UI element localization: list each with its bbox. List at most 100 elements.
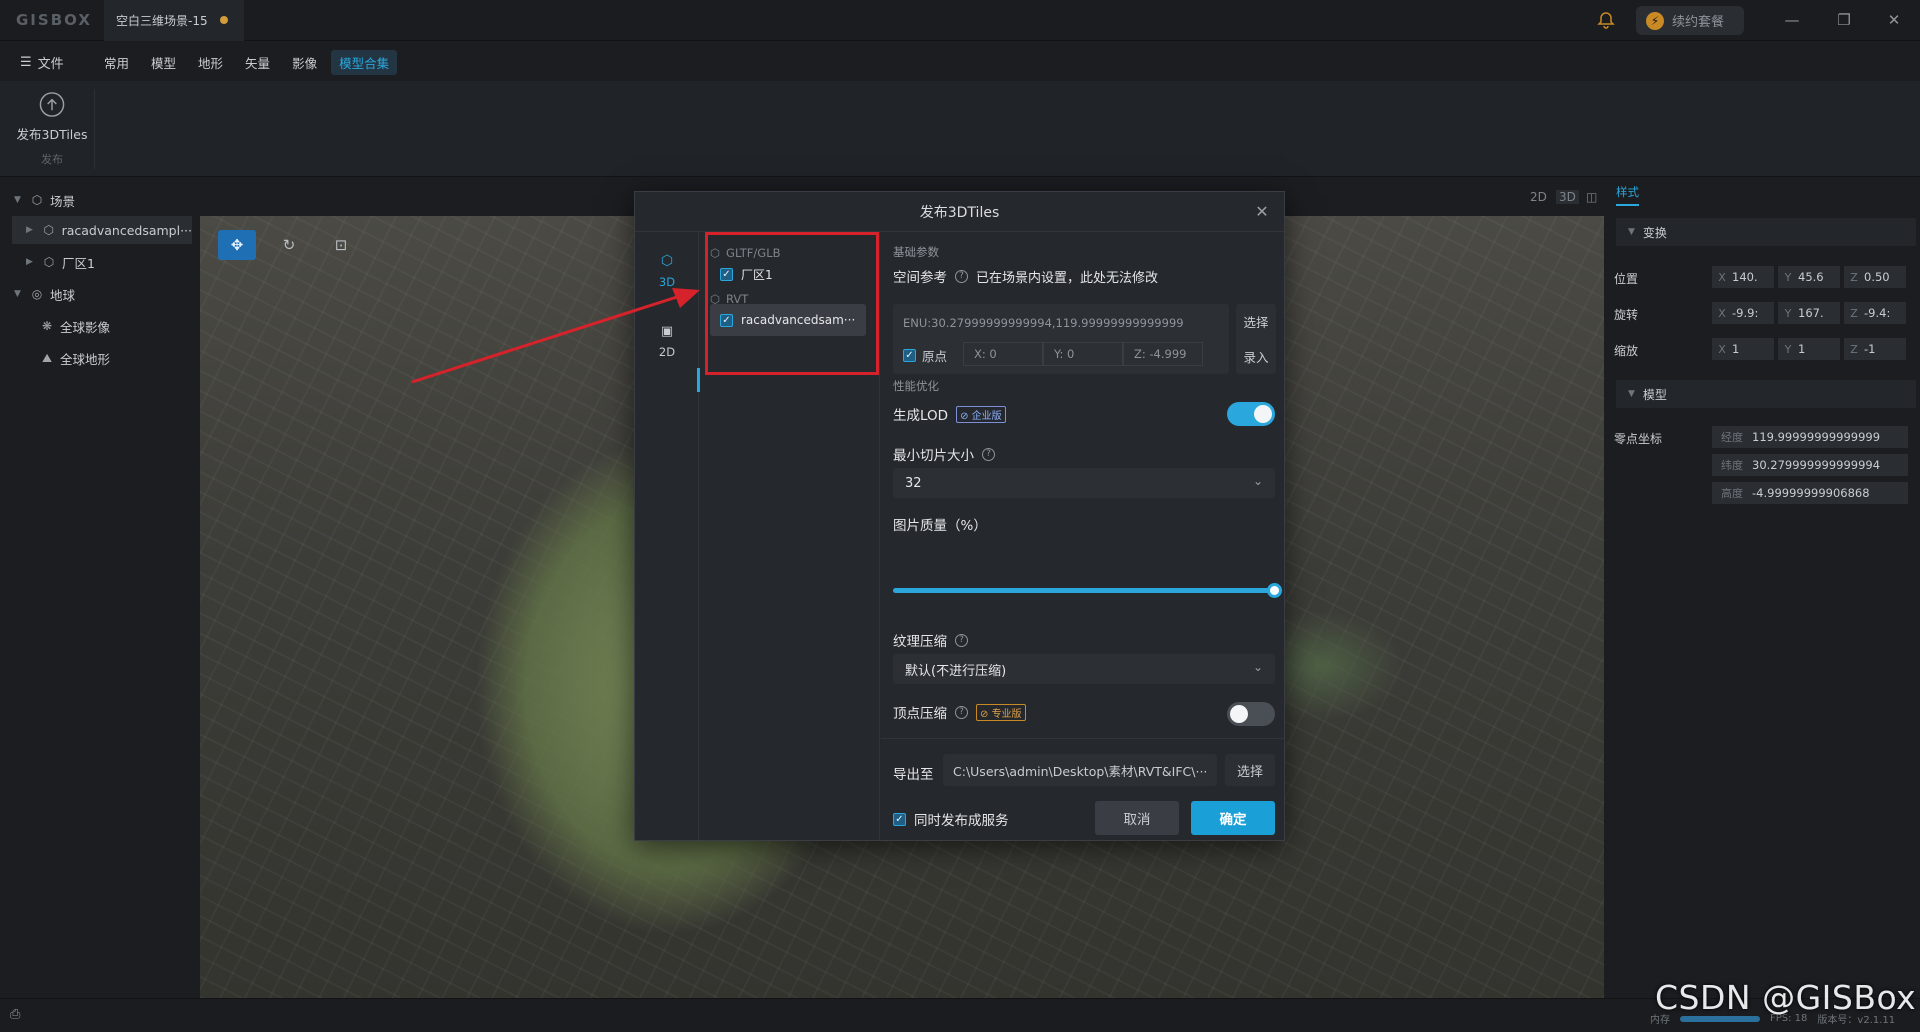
rotation-z-field[interactable]: Z -9.4: xyxy=(1844,302,1906,324)
altitude-field[interactable]: 高度 -4.99999999906868 xyxy=(1712,482,1908,504)
renew-plan-button[interactable]: ⚡ 续约套餐 xyxy=(1636,6,1744,35)
dialog-footer: 导出至 C:\Users\admin\Desktop\素材\RVT&IFC\··… xyxy=(881,738,1284,840)
tree-node-scene[interactable]: ▼ ⬡ 场景 xyxy=(14,186,194,214)
scale-x-field[interactable]: X1 xyxy=(1712,338,1774,360)
spatial-ref-box: ENU:30.27999999999994,119.99999999999999… xyxy=(893,304,1229,374)
scale-tool-icon[interactable]: ⊡ xyxy=(322,230,360,260)
publish-3dtiles-button[interactable]: 发布3DTiles 发布 xyxy=(14,91,90,167)
menu-tab-vector[interactable]: 矢量 xyxy=(237,50,278,75)
rotate-tool-icon[interactable]: ↻ xyxy=(270,230,308,260)
lod-toggle[interactable] xyxy=(1227,402,1275,426)
close-icon[interactable]: ✕ xyxy=(1252,202,1272,222)
tree-node-global-imagery[interactable]: ❋ 全球影像 xyxy=(40,312,190,340)
menu-tab-terrain[interactable]: 地形 xyxy=(190,50,231,75)
split-view-icon[interactable]: ◫ xyxy=(1586,190,1597,204)
quality-slider[interactable] xyxy=(893,583,1282,598)
help-icon[interactable]: ? xyxy=(955,633,968,647)
position-z-field[interactable]: Z 0.50 xyxy=(1844,266,1906,288)
menu-tab-common[interactable]: 常用 xyxy=(96,50,137,75)
menu-tab-model[interactable]: 模型 xyxy=(143,50,184,75)
rotation-fields: X -9.9: Y 167. Z -9.4: xyxy=(1712,302,1906,324)
texture-value: 默认(不进行压缩) xyxy=(905,663,1007,679)
scale-z-field[interactable]: Z -1 xyxy=(1844,338,1906,360)
cube-icon: ⬡ xyxy=(660,253,674,269)
scale-y-field[interactable]: Y1 xyxy=(1778,338,1840,360)
origin-y-field[interactable]: Y: 0 xyxy=(1043,342,1123,366)
cloud-upload-icon xyxy=(39,92,65,117)
ribbon-group-label: 发布 xyxy=(41,153,63,166)
cube-icon: ⬡ xyxy=(31,193,43,207)
menu-tab-imagery[interactable]: 影像 xyxy=(284,50,325,75)
export-path-field[interactable]: C:\Users\admin\Desktop\素材\RVT&IFC\··· xyxy=(943,754,1217,786)
restore-icon[interactable]: ❐ xyxy=(1832,8,1856,32)
vertex-toggle[interactable] xyxy=(1227,702,1275,726)
tree-node-factory[interactable]: ▶ ⬡ 厂区1 xyxy=(26,248,186,276)
renew-plan-label: 续约套餐 xyxy=(1672,15,1725,30)
tree-node-label: racadvancedsampl··· xyxy=(61,222,192,238)
file-menu[interactable]: ☰ 文件 xyxy=(20,53,64,72)
view-2d-button[interactable]: 2D xyxy=(1530,190,1547,204)
rotation-x-field[interactable]: X -9.9: xyxy=(1712,302,1774,324)
latitude-field[interactable]: 纬度 30.279999999999994 xyxy=(1712,454,1908,476)
tree-node-racadvanced[interactable]: ▶ ⬡ racadvancedsampl··· xyxy=(12,216,192,244)
view-3d-button[interactable]: 3D xyxy=(1556,190,1579,204)
rotation-y-field[interactable]: Y 167. xyxy=(1778,302,1840,324)
export-select-button[interactable]: 选择 xyxy=(1225,754,1275,786)
checkbox[interactable]: ✓ xyxy=(893,812,906,826)
properties-panel: 样式 ▼ 变换 位置 X 140. Y 45.6 Z 0.50 旋转 X -9.9: Y… xyxy=(1604,178,1920,998)
terrain-icon: ⛰ xyxy=(41,350,53,365)
texture-row: 纹理压缩 ? xyxy=(893,630,968,650)
globe-icon: ◎ xyxy=(31,287,43,301)
perf-section: 性能优化 xyxy=(893,379,939,393)
enu-value: ENU:30.27999999999994,119.99999999999999 xyxy=(903,316,1184,330)
dialog-header: 发布3DTiles ✕ xyxy=(635,192,1284,232)
cancel-button[interactable]: 取消 xyxy=(1095,801,1179,835)
basic-params-section: 基础参数 xyxy=(893,245,939,259)
ribbon-divider xyxy=(94,89,95,169)
help-icon[interactable]: ? xyxy=(955,269,968,283)
collapse-caret-icon: ▶ xyxy=(26,257,33,267)
transform-section-header[interactable]: ▼ 变换 xyxy=(1616,218,1916,246)
menu-tab-model-collection[interactable]: 模型合集 xyxy=(331,50,398,75)
toggle-knob xyxy=(1254,405,1272,423)
tree-node-earth[interactable]: ▼ ◎ 地球 xyxy=(14,280,194,308)
position-label: 位置 xyxy=(1614,272,1639,286)
checkbox[interactable]: ✓ xyxy=(903,349,916,362)
longitude-field[interactable]: 经度 119.99999999999999 xyxy=(1712,426,1908,448)
slider-thumb[interactable] xyxy=(1267,583,1282,598)
collapse-caret-icon: ▼ xyxy=(1628,227,1635,237)
model-section-header[interactable]: ▼ 模型 xyxy=(1616,380,1916,408)
viewport-toolbar: ✥ ↻ ⊡ xyxy=(218,230,360,260)
input-button[interactable]: 录入 xyxy=(1243,347,1268,366)
annotation-arrow-icon xyxy=(411,288,700,384)
dialog-form: 基础参数 空间参考 ? 已在场景内设置，此处无法修改 ENU:30.279999… xyxy=(881,232,1284,738)
also-publish-row: ✓ 同时发布成服务 xyxy=(893,809,1009,829)
menu-tabs: 常用 模型 地形 矢量 影像 模型合集 xyxy=(96,50,398,75)
origin-z-field[interactable]: Z: -4.999 xyxy=(1123,342,1203,366)
status-doc-icon[interactable]: ⎙ xyxy=(10,1007,20,1022)
min-tile-select[interactable]: 32 ⌄ xyxy=(893,468,1275,498)
annotation-highlight-box xyxy=(705,232,879,375)
minimize-icon[interactable]: — xyxy=(1780,8,1804,32)
position-x-field[interactable]: X 140. xyxy=(1712,266,1774,288)
notification-bell-icon[interactable] xyxy=(1596,10,1616,30)
position-y-field[interactable]: Y 45.6 xyxy=(1778,266,1840,288)
select-button[interactable]: 选择 xyxy=(1243,312,1268,331)
watermark: CSDN @GISBox xyxy=(1655,978,1917,1017)
bolt-icon: ⚡ xyxy=(1646,11,1664,30)
close-icon[interactable]: ✕ xyxy=(1882,8,1906,32)
min-tile-row: 最小切片大小 ? xyxy=(893,444,995,464)
spatial-ref-row: 空间参考 ? 已在场景内设置，此处无法修改 xyxy=(893,266,1158,286)
ribbon: 发布3DTiles 发布 xyxy=(0,81,1920,177)
confirm-button[interactable]: 确定 xyxy=(1191,801,1275,835)
spatial-ref-label: 空间参考 xyxy=(893,270,947,286)
expand-caret-icon: ▼ xyxy=(14,289,21,299)
tree-node-global-terrain[interactable]: ⛰ 全球地形 xyxy=(40,344,190,372)
collapse-caret-icon: ▼ xyxy=(1628,389,1635,399)
move-tool-icon[interactable]: ✥ xyxy=(218,230,256,260)
tab-style[interactable]: 样式 xyxy=(1616,184,1639,206)
origin-x-field[interactable]: X: 0 xyxy=(963,342,1043,366)
help-icon[interactable]: ? xyxy=(982,447,995,461)
help-icon[interactable]: ? xyxy=(955,705,968,719)
texture-select[interactable]: 默认(不进行压缩) ⌄ xyxy=(893,654,1275,684)
